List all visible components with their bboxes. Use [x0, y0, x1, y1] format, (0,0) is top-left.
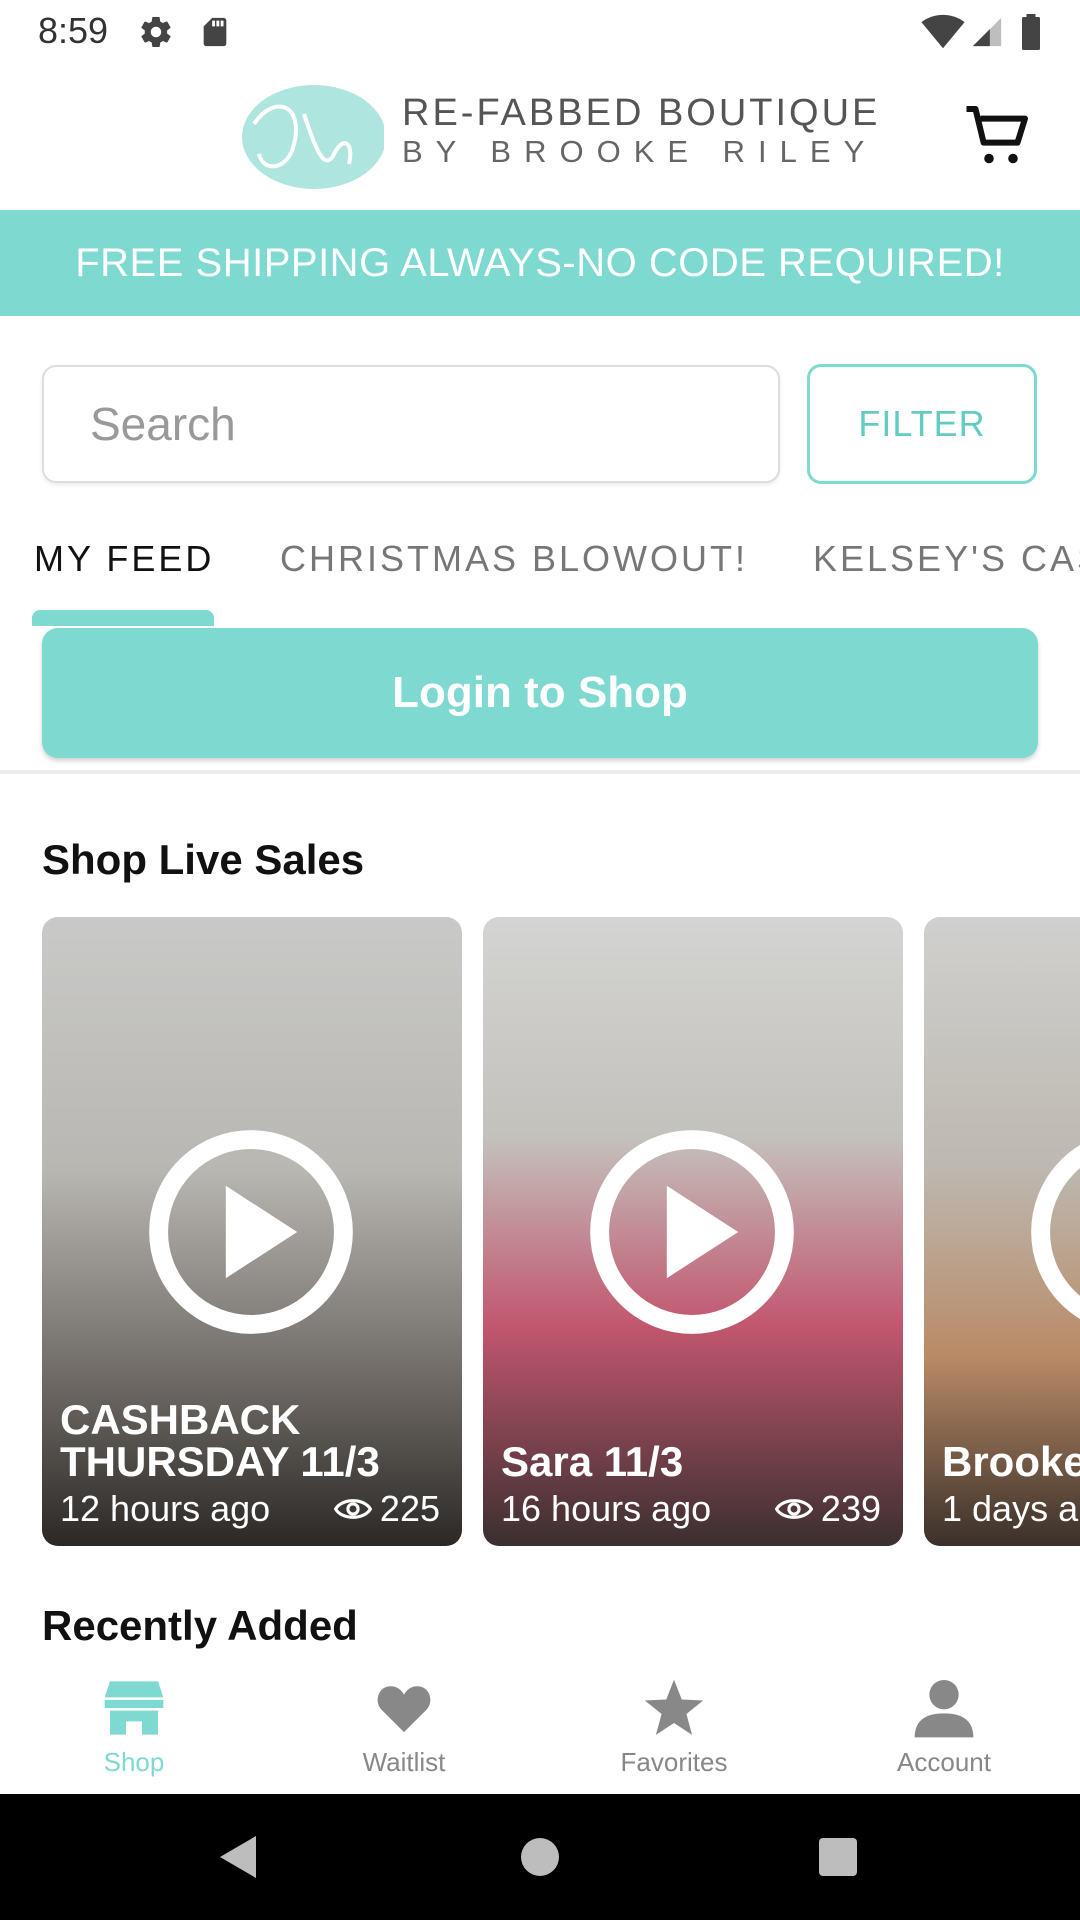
system-nav-bar [0, 1794, 1080, 1920]
status-bar: 8:59 [0, 0, 1080, 64]
card-views: 239 [774, 1488, 881, 1530]
recents-icon[interactable] [818, 1837, 858, 1877]
signal-icon [972, 17, 1002, 47]
nav-label: Waitlist [362, 1747, 446, 1777]
brand-subtitle: BY BROOKE RILEY [402, 134, 878, 169]
tab-kelseys-cas[interactable]: KELSEY'S CAS [813, 538, 1080, 580]
settings-icon [141, 17, 171, 48]
card-title: Brooke [942, 1438, 1080, 1485]
live-sales-title: Shop Live Sales [42, 836, 365, 883]
card-title-line1: CASHBACK [60, 1396, 301, 1443]
brand-logo [242, 85, 384, 189]
star-icon [644, 1679, 704, 1735]
divider [0, 770, 1080, 774]
nav-label: Favorites [620, 1747, 728, 1777]
sd-card-icon [203, 17, 227, 47]
back-icon[interactable] [218, 1834, 258, 1880]
live-sale-card[interactable]: Sara 11/3 16 hours ago 239 [483, 917, 903, 1546]
recently-added-title: Recently Added [42, 1602, 358, 1649]
tab-my-feed[interactable]: MY FEED [34, 538, 214, 580]
tab-active-indicator [32, 610, 214, 626]
card-views: 225 [333, 1488, 440, 1530]
brand-name: RE-FABBED BOUTIQUE [402, 92, 881, 134]
play-icon[interactable] [587, 1127, 797, 1337]
eye-icon [333, 1499, 372, 1519]
nav-shop[interactable]: Shop [34, 1678, 234, 1778]
nav-favorites[interactable]: Favorites [574, 1678, 774, 1778]
nav-waitlist[interactable]: Waitlist [304, 1678, 504, 1778]
tab-christmas-blowout[interactable]: CHRISTMAS BLOWOUT! [280, 538, 748, 580]
card-time: 12 hours ago [60, 1488, 271, 1529]
battery-icon [1022, 14, 1040, 50]
nav-label: Shop [103, 1747, 165, 1777]
card-time: 1 days a [942, 1488, 1079, 1529]
person-icon [914, 1680, 974, 1738]
promo-banner: FREE SHIPPING ALWAYS-NO CODE REQUIRED! [0, 210, 1080, 316]
nav-label: Account [897, 1747, 991, 1777]
cart-icon[interactable] [962, 100, 1034, 172]
store-icon [104, 1681, 164, 1735]
card-title-line2: THURSDAY 11/3 [60, 1438, 380, 1485]
play-icon[interactable] [1028, 1127, 1080, 1337]
play-icon[interactable] [146, 1127, 356, 1337]
live-sale-card[interactable]: Brooke 1 days a [924, 917, 1080, 1546]
wifi-icon [921, 14, 965, 49]
login-to-shop-button[interactable]: Login to Shop [42, 628, 1038, 758]
view-count: 239 [820, 1488, 881, 1529]
card-time: 16 hours ago [501, 1488, 712, 1529]
search-input[interactable] [42, 365, 780, 483]
filter-button[interactable]: FILTER [807, 364, 1037, 484]
card-title: Sara 11/3 [501, 1438, 684, 1485]
home-icon[interactable] [520, 1837, 560, 1877]
eye-icon [774, 1499, 813, 1519]
nav-account[interactable]: Account [844, 1678, 1044, 1778]
status-time: 8:59 [38, 10, 109, 51]
view-count: 225 [379, 1488, 440, 1529]
heart-icon [377, 1686, 431, 1733]
live-sale-card[interactable]: CASHBACK THURSDAY 11/3 12 hours ago 225 [42, 917, 462, 1546]
